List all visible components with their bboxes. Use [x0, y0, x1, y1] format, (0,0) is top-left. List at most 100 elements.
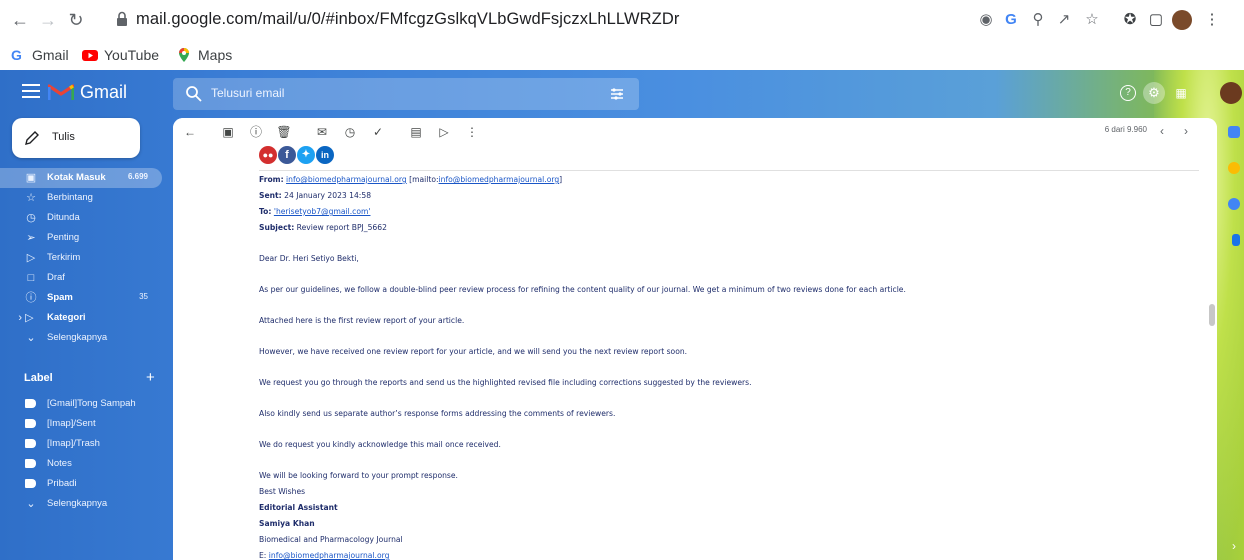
paragraph: We do request you kindly acknowledge thi… — [259, 440, 501, 449]
main-menu-icon[interactable] — [22, 84, 40, 98]
reload-icon[interactable]: ↻ — [64, 8, 88, 32]
linkedin-icon[interactable]: in — [316, 146, 334, 164]
sidebar-item-label: [Imap]/Sent — [47, 418, 96, 429]
help-icon[interactable]: ? — [1120, 85, 1136, 101]
report-spam-icon[interactable]: ⓘ — [247, 123, 265, 141]
sent-value: 24 January 2023 14:58 — [284, 191, 372, 200]
scrollbar[interactable] — [1209, 304, 1215, 326]
label-tag-icon — [25, 399, 36, 408]
side-panel-icon[interactable]: ▢ — [1146, 10, 1166, 30]
archive-icon[interactable]: ▣ — [219, 123, 237, 141]
sidebar-item-spam[interactable]: ⓘ Spam 35 — [0, 288, 162, 308]
hide-side-panel-icon[interactable]: › — [1228, 540, 1240, 552]
greeting: Dear Dr. Heri Setiyo Bekti, — [259, 254, 359, 263]
sidebar-labels-more[interactable]: ⌄ Selengkapnya — [0, 494, 162, 514]
google-lens-icon[interactable]: G — [1001, 10, 1021, 30]
back-to-inbox-icon[interactable]: ← — [181, 123, 199, 141]
search-icon[interactable] — [185, 85, 203, 103]
bookmark-maps[interactable]: Maps — [176, 44, 232, 66]
lock-icon[interactable] — [116, 11, 128, 27]
bookmark-star-icon[interactable]: ☆ — [1082, 10, 1102, 30]
apps-grid-icon[interactable]: ▦ — [1170, 82, 1192, 104]
keep-icon[interactable] — [1228, 162, 1240, 174]
gmail-wordmark[interactable]: Gmail — [80, 82, 127, 103]
bookmarks-bar: G Gmail YouTube Maps — [0, 40, 1244, 70]
add-label-icon[interactable]: + — [146, 369, 155, 386]
zoom-icon[interactable]: ⚲ — [1028, 10, 1048, 30]
browser-chrome: ← → ↻ mail.google.com/mail/u/0/#inbox/FM… — [0, 0, 1244, 70]
to-email-link[interactable]: 'herisetyob7@gmail.com' — [274, 207, 371, 216]
profile-avatar[interactable] — [1172, 10, 1192, 30]
label-icon[interactable]: ▷ — [435, 123, 453, 141]
sidebar-item-snoozed[interactable]: ◷ Ditunda — [0, 208, 162, 228]
settings-gear-icon[interactable]: ⚙ — [1143, 82, 1165, 104]
facebook-icon[interactable]: f — [278, 146, 296, 164]
add-task-icon[interactable]: ✓ — [369, 123, 387, 141]
google-icon: G — [11, 47, 22, 63]
pagination-text: 6 dari 9.960 — [1104, 125, 1147, 134]
contacts-icon[interactable] — [1232, 234, 1240, 246]
sidebar-item-more[interactable]: ⌄ Selengkapnya — [0, 328, 162, 348]
sidebar-item-categories[interactable]: › ▷ Kategori — [0, 308, 162, 328]
signature-name: Samiya Khan — [259, 519, 315, 528]
back-icon[interactable]: ← — [8, 8, 32, 32]
header-to: To: 'herisetyob7@gmail.com' — [259, 207, 370, 216]
sidebar-item-inbox[interactable]: ▣ Kotak Masuk 6.699 — [0, 168, 162, 188]
sidebar-item-drafts[interactable]: □ Draf — [0, 268, 162, 288]
delete-icon[interactable]: 🗑 — [275, 123, 293, 141]
sidebar-item-label: Notes — [47, 458, 72, 469]
sidebar-label-pribadi[interactable]: Pribadi — [0, 474, 162, 494]
forward-icon[interactable]: → — [36, 8, 60, 32]
sidebar-item-sent[interactable]: ▷ Terkirim — [0, 248, 162, 268]
move-to-icon[interactable]: ▤ — [407, 123, 425, 141]
compose-label: Tulis — [52, 131, 75, 143]
from-email-link[interactable]: info@biomedpharmajournal.org — [286, 175, 407, 184]
label-tag-icon — [25, 479, 36, 488]
search-options-icon[interactable] — [609, 86, 625, 102]
share-icon[interactable]: ↗ — [1054, 10, 1074, 30]
mailto-link[interactable]: info@biomedpharmajournal.org — [439, 175, 560, 184]
twitter-icon[interactable]: ✦ — [297, 146, 315, 164]
snooze-icon[interactable]: ◷ — [341, 123, 359, 141]
label-tag-icon — [25, 439, 36, 448]
draft-icon: □ — [27, 272, 35, 284]
signature-role: Editorial Assistant — [259, 503, 338, 512]
sidebar-label-notes[interactable]: Notes — [0, 454, 162, 474]
sidebar-label-imap-trash[interactable]: [Imap]/Trash — [0, 434, 162, 454]
extensions-icon[interactable]: ✪ — [1120, 10, 1140, 30]
account-avatar[interactable] — [1220, 82, 1242, 104]
people-icon[interactable]: ●● — [259, 146, 277, 164]
sidebar-label-trash-gmail[interactable]: [Gmail]Tong Sampah — [0, 394, 162, 414]
spam-count: 35 — [139, 292, 148, 301]
more-actions-icon[interactable]: ⋮ — [463, 123, 481, 141]
signature-email-link[interactable]: info@biomedpharmajournal.org — [269, 551, 390, 560]
sidebar-item-starred[interactable]: ☆ Berbintang — [0, 188, 162, 208]
sidebar-item-label: Spam — [47, 292, 73, 303]
sidebar-item-label: Kategori — [47, 312, 86, 323]
sidebar-item-label: Draf — [47, 272, 65, 283]
search-input[interactable]: Telusuri email — [211, 86, 284, 100]
address-bar[interactable]: mail.google.com/mail/u/0/#inbox/FMfcgzGs… — [110, 6, 955, 34]
search-bar[interactable]: Telusuri email — [173, 78, 639, 110]
mark-unread-icon[interactable]: ✉ — [313, 123, 331, 141]
compose-button[interactable]: Tulis — [12, 118, 140, 158]
header-sent: Sent: 24 January 2023 14:58 — [259, 191, 371, 200]
paragraph: However, we have received one review rep… — [259, 347, 688, 356]
newer-icon[interactable]: ‹ — [1153, 122, 1171, 140]
url-text[interactable]: mail.google.com/mail/u/0/#inbox/FMfcgzGs… — [136, 10, 679, 29]
menu-icon[interactable]: ⋮ — [1202, 10, 1222, 30]
calendar-icon[interactable] — [1228, 126, 1240, 138]
gmail-logo-icon[interactable] — [48, 82, 74, 102]
older-icon[interactable]: › — [1177, 122, 1195, 140]
sidebar-label-imap-sent[interactable]: [Imap]/Sent — [0, 414, 162, 434]
bookmark-youtube[interactable]: YouTube — [82, 44, 159, 66]
bookmark-label: Gmail — [32, 47, 69, 63]
bookmark-gmail[interactable]: G Gmail — [10, 44, 69, 66]
tasks-icon[interactable] — [1228, 198, 1240, 210]
sidebar-item-important[interactable]: ➢ Penting — [0, 228, 162, 248]
unread-count: 6.699 — [127, 172, 148, 181]
sidebar-item-label: [Imap]/Trash — [47, 438, 100, 449]
gmail-app: Gmail Telusuri email ? ⚙ ▦ Tulis ▣ Kotak… — [0, 70, 1244, 560]
sidebar-item-label: Terkirim — [47, 252, 81, 263]
eye-icon[interactable]: ◉ — [976, 10, 996, 30]
